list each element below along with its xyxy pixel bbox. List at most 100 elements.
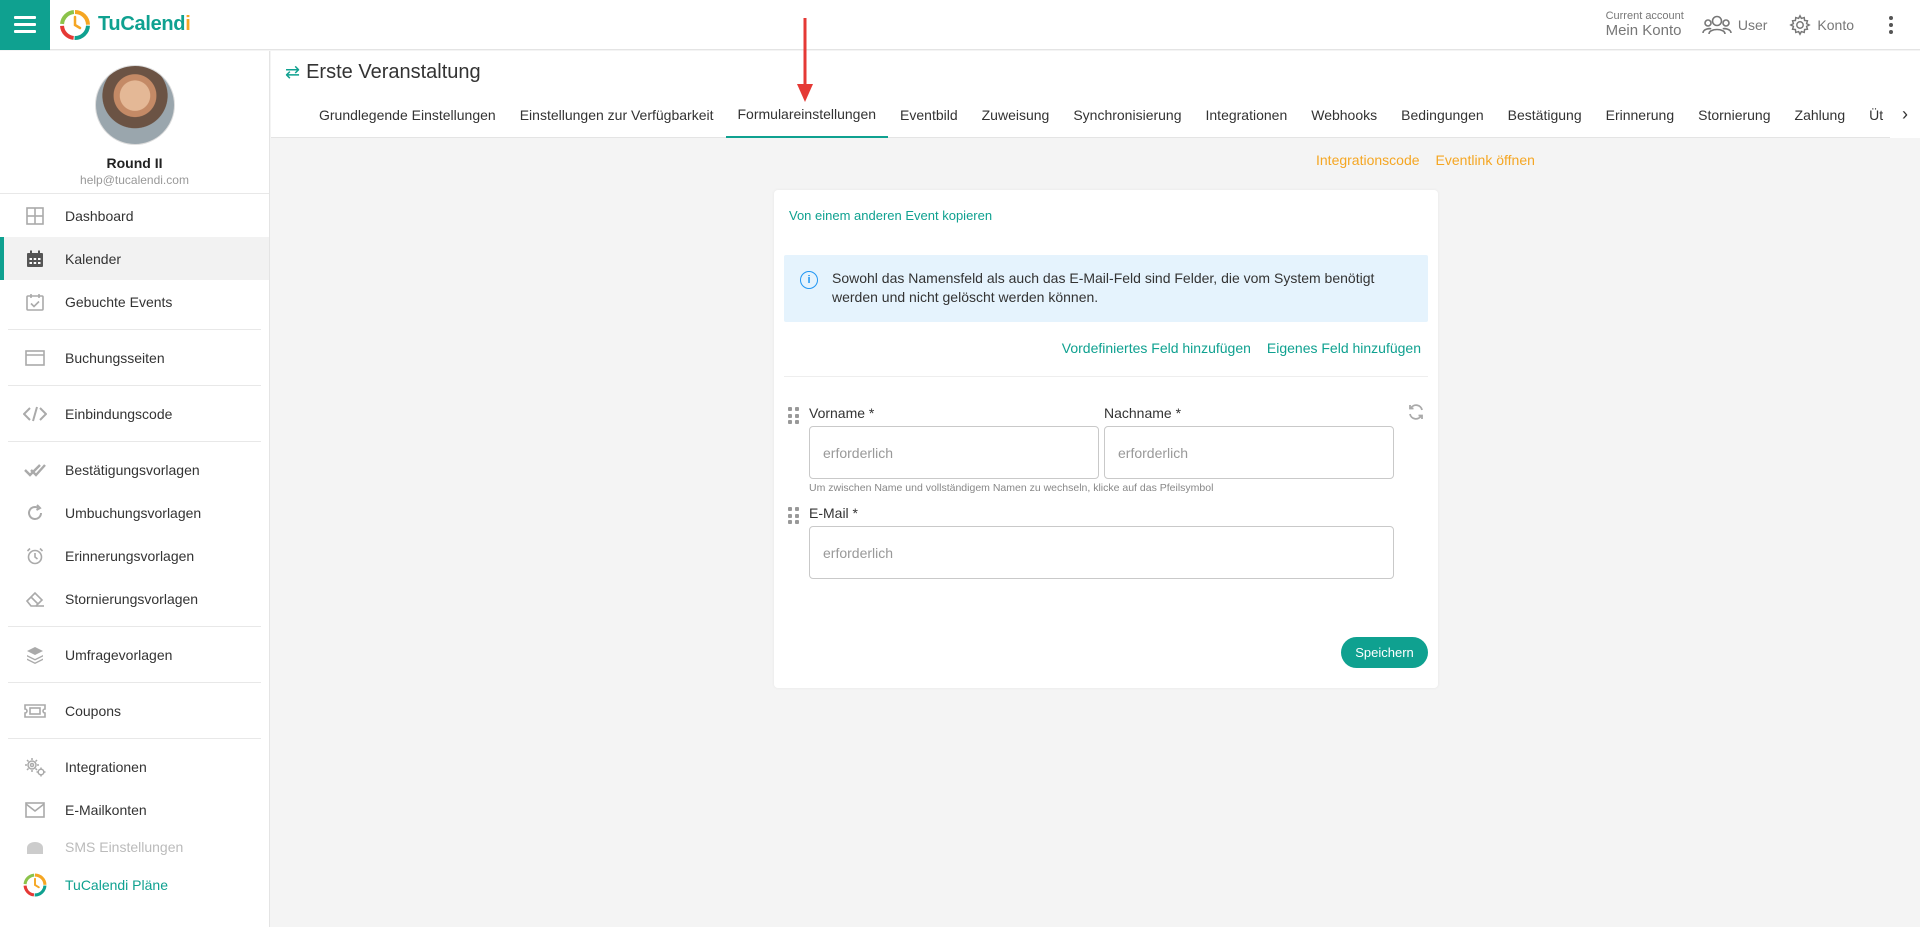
copy-from-event-link[interactable]: Von einem anderen Event kopieren (789, 208, 992, 223)
sidebar-item-label: Bestätigungsvorlagen (65, 461, 200, 478)
info-alert: i Sowohl das Namensfeld als auch das E-M… (784, 255, 1428, 322)
email-input[interactable] (809, 526, 1394, 579)
sidebar-item-label: Buchungsseiten (65, 349, 165, 366)
layers-icon (22, 645, 48, 665)
sidebar-item-label: Dashboard (65, 207, 134, 224)
refresh-icon[interactable] (1407, 403, 1425, 421)
tab-verfuegbarkeit[interactable]: Einstellungen zur Verfügbarkeit (508, 91, 726, 138)
sidebar-item-stornierungsvorlagen[interactable]: Stornierungsvorlagen (0, 577, 269, 620)
sidebar-item-label: SMS Einstellungen (65, 839, 184, 855)
sidebar-item-coupons[interactable]: Coupons (0, 689, 269, 732)
sidebar-item-umfragevorlagen[interactable]: Umfragevorlagen (0, 633, 269, 676)
konto-button[interactable]: Konto (1789, 13, 1854, 36)
add-field-links: Vordefiniertes Feld hinzufügen Eigenes F… (1062, 340, 1421, 356)
chevron-right-icon[interactable]: › (1890, 91, 1920, 138)
menu-divider (8, 441, 261, 442)
user-button[interactable]: User (1702, 14, 1768, 36)
tab-eventbild[interactable]: Eventbild (888, 91, 970, 138)
menu-divider (8, 626, 261, 627)
sidebar-item-gebuchte-events[interactable]: Gebuchte Events (0, 280, 269, 323)
calendar-icon (22, 249, 48, 269)
tab-bestaetigung[interactable]: Bestätigung (1496, 91, 1594, 138)
app-logo[interactable]: TuCalendi (58, 8, 191, 42)
open-event-link[interactable]: Eventlink öffnen (1436, 152, 1535, 168)
divider (784, 376, 1428, 377)
email-label: E-Mail * (809, 505, 859, 521)
avatar[interactable] (94, 65, 175, 145)
sidebar-item-sms-einstellungen[interactable]: SMS Einstellungen (0, 831, 269, 863)
menu-divider (8, 385, 261, 386)
sidebar-item-label: Integrationen (65, 758, 147, 775)
sidebar-item-umbuchungsvorlagen[interactable]: Umbuchungsvorlagen (0, 491, 269, 534)
sidebar-item-label: Gebuchte Events (65, 293, 173, 310)
top-bar: TuCalendi Current account Mein Konto Use… (0, 0, 1920, 50)
sidebar-item-e-mailkonten[interactable]: E-Mailkonten (0, 788, 269, 831)
sidebar-item-label: Umfragevorlagen (65, 646, 173, 663)
sidebar-menu: Dashboard Kalender Gebuchte Events Buchu… (0, 194, 269, 906)
event-links: Integrationscode Eventlink öffnen (1316, 152, 1535, 168)
tab-zahlung[interactable]: Zahlung (1783, 91, 1858, 138)
current-account-caption: Current account (1605, 10, 1684, 22)
hamburger-menu-icon[interactable] (0, 0, 50, 50)
logo-text: TuCalendi (98, 13, 191, 35)
sidebar-item-label: Einbindungscode (65, 405, 173, 422)
add-predefined-field-link[interactable]: Vordefiniertes Feld hinzufügen (1062, 340, 1251, 356)
tab-stornierung[interactable]: Stornierung (1686, 91, 1782, 138)
user-button-label: User (1737, 16, 1768, 33)
sidebar-item-kalender[interactable]: Kalender (0, 237, 269, 280)
sidebar-item-dashboard[interactable]: Dashboard (0, 194, 269, 237)
more-options-icon[interactable] (1876, 15, 1906, 34)
sidebar-item-tucalendi-plaene[interactable]: TuCalendi Pläne (0, 863, 269, 906)
page-title: ⇄ Erste Veranstaltung (285, 61, 481, 84)
gear-icon (1789, 13, 1812, 36)
tab-zuweisung[interactable]: Zuweisung (970, 91, 1062, 138)
profile-card: Round II help@tucalendi.com (0, 51, 269, 194)
integration-code-link[interactable]: Integrationscode (1316, 152, 1420, 168)
sidebar-item-label: Coupons (65, 702, 122, 719)
drag-handle-icon[interactable] (788, 507, 800, 525)
annotation-arrow-icon (797, 18, 813, 102)
sidebar-item-label: Umbuchungsvorlagen (65, 504, 202, 521)
tab-webhooks[interactable]: Webhooks (1299, 91, 1389, 138)
tab-synchronisierung[interactable]: Synchronisierung (1061, 91, 1193, 138)
content-header: ⇄ Erste Veranstaltung Grundlegende Einst… (271, 51, 1920, 138)
tab-grundlegende-einstellungen[interactable]: Grundlegende Einstellungen (307, 91, 508, 138)
add-custom-field-link[interactable]: Eigenes Feld hinzufügen (1267, 340, 1421, 356)
tab-bar: Grundlegende Einstellungen Einstellungen… (307, 91, 1895, 138)
ticket-icon (22, 701, 48, 721)
current-account-switcher[interactable]: Current account Mein Konto (1605, 10, 1684, 39)
sidebar-item-label: TuCalendi Pläne (65, 876, 168, 893)
alarm-clock-icon (22, 546, 48, 566)
code-icon (22, 404, 48, 424)
tab-erinnerung[interactable]: Erinnerung (1594, 91, 1687, 138)
sidebar-item-buchungsseiten[interactable]: Buchungsseiten (0, 336, 269, 379)
menu-divider (8, 329, 261, 330)
save-button[interactable]: Speichern (1341, 637, 1428, 668)
konto-button-label: Konto (1817, 16, 1854, 33)
double-check-icon (22, 460, 48, 480)
sidebar-item-integrationen[interactable]: Integrationen (0, 745, 269, 788)
envelope-icon (22, 800, 48, 820)
lastname-label: Nachname * (1104, 405, 1182, 421)
profile-name: Round II (106, 155, 163, 171)
page-title-text: Erste Veranstaltung (306, 61, 481, 83)
tab-bedingungen[interactable]: Bedingungen (1389, 91, 1496, 138)
gears-icon (22, 757, 48, 777)
tab-integrationen[interactable]: Integrationen (1194, 91, 1300, 138)
sidebar-item-erinnerungsvorlagen[interactable]: Erinnerungsvorlagen (0, 534, 269, 577)
sidebar-item-bestaetigungsvorlagen[interactable]: Bestätigungsvorlagen (0, 448, 269, 491)
swap-arrows-icon[interactable]: ⇄ (285, 62, 300, 83)
users-icon (1702, 15, 1732, 34)
tucalendi-logo-icon (60, 9, 90, 40)
dashboard-icon (22, 206, 48, 226)
sidebar-item-label: Erinnerungsvorlagen (65, 547, 195, 564)
sidebar-item-label: E-Mailkonten (65, 801, 147, 818)
sidebar: Round II help@tucalendi.com Dashboard Ka… (0, 51, 270, 927)
menu-divider (8, 682, 261, 683)
drag-handle-icon[interactable] (788, 407, 800, 425)
lastname-input[interactable] (1104, 426, 1394, 479)
name-toggle-hint: Um zwischen Name und vollständigem Namen… (809, 482, 1214, 494)
sidebar-item-einbindungscode[interactable]: Einbindungscode (0, 392, 269, 435)
form-settings-card: Von einem anderen Event kopieren i Sowoh… (774, 190, 1438, 688)
firstname-input[interactable] (809, 426, 1099, 479)
